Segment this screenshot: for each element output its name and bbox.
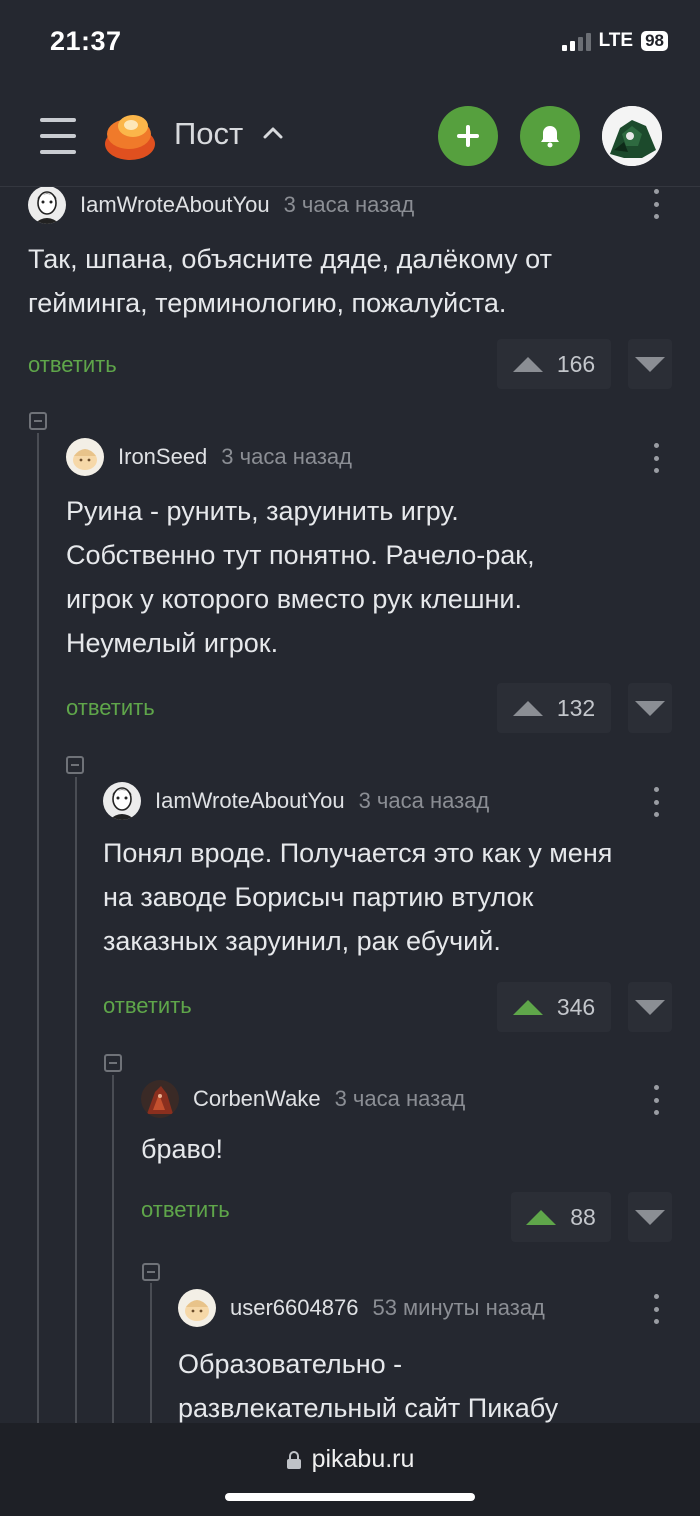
comment-username[interactable]: IronSeed	[118, 444, 207, 470]
user-avatar[interactable]	[28, 187, 66, 224]
status-time: 21:37	[50, 26, 122, 56]
comments-feed[interactable]: IamWroteAboutYou 3 часа назад Так, шпана…	[0, 187, 700, 1423]
comment-line: Понял вроде. Получается это как у меня	[103, 838, 613, 868]
comment-rating: 346	[556, 993, 596, 1020]
thread-line	[37, 433, 39, 1423]
comment-username[interactable]: CorbenWake	[193, 1086, 321, 1112]
comment-rating: 132	[556, 694, 596, 721]
bell-icon	[541, 126, 559, 148]
comment-text: Руина - рунить, заруинить игру. Собствен…	[66, 489, 535, 665]
thread-line	[112, 1075, 114, 1423]
comment-text: Так, шпана, объясните дяде, далёкому от …	[28, 237, 552, 325]
comment-time: 3 часа назад	[334, 1086, 466, 1111]
reply-button[interactable]: ответить	[103, 993, 192, 1019]
more-options-icon[interactable]	[650, 1085, 662, 1115]
menu-icon[interactable]	[40, 118, 76, 154]
upvote-icon	[512, 356, 543, 372]
comment-rating: 88	[570, 1203, 596, 1230]
comment-text: браво!	[141, 1127, 223, 1171]
downvote-button[interactable]	[628, 683, 672, 733]
more-options-icon[interactable]	[650, 1294, 662, 1324]
more-options-icon[interactable]	[650, 443, 662, 473]
comment-line: Руина - рунить, заруинить игру.	[66, 496, 459, 526]
address-bar[interactable]: pikabu.ru	[0, 1445, 700, 1474]
downvote-button[interactable]	[628, 339, 672, 389]
signal-icon	[561, 31, 591, 51]
reply-button[interactable]: ответить	[141, 1197, 230, 1223]
avatar-image	[602, 106, 662, 166]
user-avatar[interactable]	[103, 782, 141, 820]
status-indicators: LTE 98	[561, 30, 668, 52]
user-avatar[interactable]	[66, 438, 104, 476]
downvote-icon	[635, 999, 665, 1015]
comment-username[interactable]: IamWroteAboutYou	[80, 192, 270, 218]
plus-icon	[457, 125, 479, 147]
comment-time: 53 минуты назад	[372, 1295, 545, 1320]
user-avatar[interactable]	[141, 1080, 179, 1118]
app-header: Пост	[0, 88, 700, 186]
comment-time: 3 часа назад	[283, 192, 415, 217]
notifications-button[interactable]	[520, 106, 580, 166]
page-title[interactable]: Пост	[174, 116, 243, 152]
comment-username[interactable]: user6604876	[230, 1295, 358, 1321]
comment-time: 3 часа назад	[358, 788, 490, 813]
thread-line	[75, 777, 77, 1423]
downvote-icon	[635, 700, 665, 716]
downvote-icon	[635, 1209, 665, 1225]
collapse-thread-button[interactable]	[29, 412, 47, 430]
network-label: LTE	[598, 30, 634, 51]
comment-line: гейминга, терминологию, пожалуйста.	[28, 288, 507, 318]
comment-line: Неумелый игрок.	[66, 628, 279, 658]
comment-line: Так, шпана, объясните дяде, далёкому от	[28, 244, 552, 274]
profile-avatar[interactable]	[602, 106, 662, 166]
user-avatar[interactable]	[178, 1289, 216, 1327]
upvote-icon	[512, 999, 543, 1015]
add-post-button[interactable]	[438, 106, 498, 166]
comment-time: 3 часа назад	[221, 444, 352, 469]
more-options-icon[interactable]	[650, 189, 662, 219]
comment-line: заказных заруинил, рак ебучий.	[103, 926, 501, 956]
comment-line: Собственно тут понятно. Рачело-рак,	[66, 540, 535, 570]
downvote-button[interactable]	[628, 982, 672, 1032]
comment-line: игрок у которого вместо рук клешни.	[66, 584, 522, 614]
lock-icon	[286, 1451, 301, 1470]
upvote-icon	[526, 1209, 557, 1225]
comment-line: на заводе Борисыч партию втулок	[103, 882, 534, 912]
reply-button[interactable]: ответить	[28, 352, 117, 378]
comment-rating: 166	[556, 350, 596, 377]
chevron-up-icon[interactable]	[262, 122, 284, 144]
upvote-button[interactable]: 132	[497, 683, 611, 733]
url-text: pikabu.ru	[311, 1445, 415, 1473]
collapse-thread-button[interactable]	[104, 1054, 122, 1072]
comment-text: Понял вроде. Получается это как у меня н…	[103, 831, 612, 963]
downvote-icon	[635, 356, 665, 372]
comment-line: развлекательный сайт Пикабу	[178, 1393, 559, 1423]
reply-button[interactable]: ответить	[66, 695, 155, 721]
upvote-button[interactable]: 346	[497, 982, 611, 1032]
downvote-button[interactable]	[628, 1192, 672, 1242]
browser-bottom-bar: pikabu.ru	[0, 1423, 700, 1516]
home-indicator[interactable]	[225, 1493, 475, 1501]
battery-icon: 98	[641, 31, 668, 51]
comment-line: Образовательно -	[178, 1349, 403, 1379]
collapse-thread-button[interactable]	[66, 756, 84, 774]
comment-username[interactable]: IamWroteAboutYou	[155, 788, 345, 814]
upvote-button[interactable]: 166	[497, 339, 611, 389]
upvote-icon	[512, 700, 543, 716]
comment-text: Образовательно - развлекательный сайт Пи…	[178, 1342, 558, 1423]
thread-line	[150, 1283, 152, 1423]
more-options-icon[interactable]	[650, 787, 662, 817]
pikabu-logo[interactable]	[104, 110, 156, 162]
comment: user6604876 53 минуты назад Образователь…	[178, 1288, 662, 1423]
upvote-button[interactable]: 88	[511, 1192, 611, 1242]
status-bar: 21:37 LTE 98	[0, 0, 700, 88]
collapse-thread-button[interactable]	[142, 1263, 160, 1281]
comment-line: браво!	[141, 1134, 224, 1164]
